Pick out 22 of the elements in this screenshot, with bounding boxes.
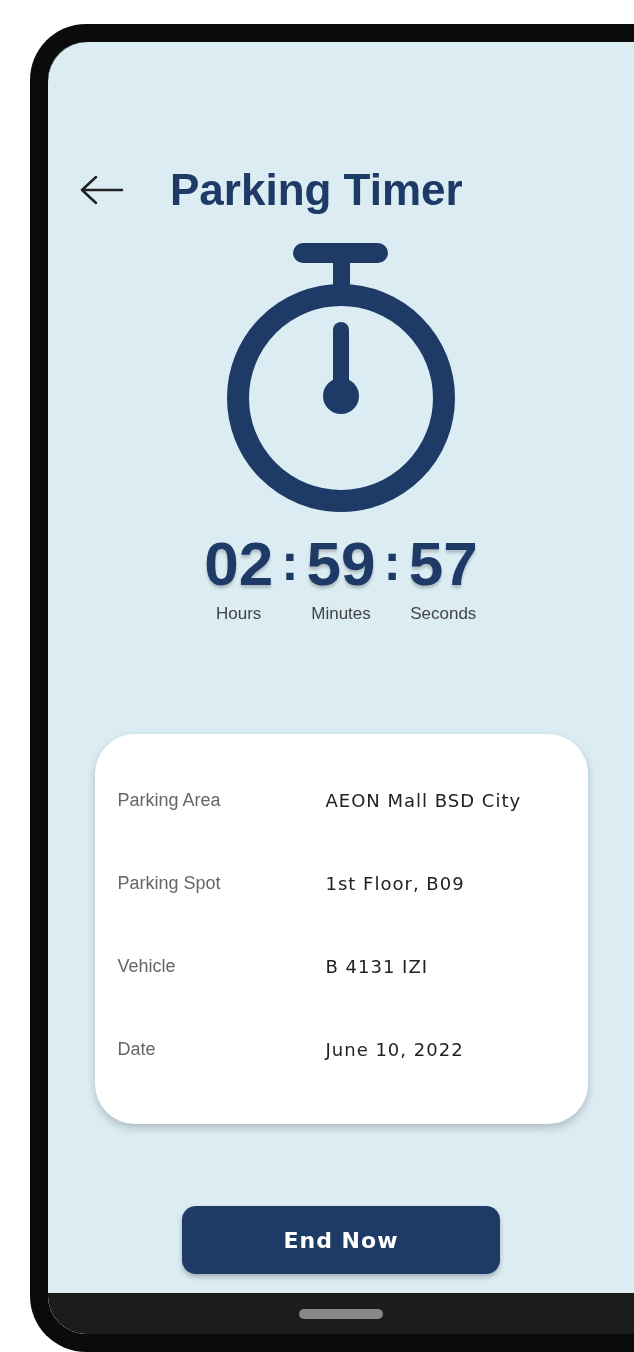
detail-value: June 10, 2022 xyxy=(325,1039,464,1060)
page-title: Parking Timer xyxy=(170,165,463,215)
timer-separator: : xyxy=(281,534,299,590)
detail-value: B 4131 IZI xyxy=(325,956,429,977)
timer-unit-label: Hours xyxy=(216,604,262,624)
detail-label: Vehicle xyxy=(117,956,177,977)
timer-digits: 57 xyxy=(408,534,478,594)
detail-label: Date xyxy=(117,1039,157,1060)
timer-separator: : xyxy=(383,534,401,590)
timer-unit-label: Seconds xyxy=(410,604,477,624)
back-arrow-icon xyxy=(80,175,124,205)
back-button[interactable] xyxy=(80,175,124,205)
detail-label: Parking Spot xyxy=(117,873,222,894)
detail-label: Parking Area xyxy=(117,790,222,811)
home-indicator[interactable] xyxy=(299,1309,383,1319)
detail-value: 1st Floor, B09 xyxy=(325,873,465,894)
end-now-button[interactable]: End Now xyxy=(182,1206,500,1274)
timer-unit-label: Minutes xyxy=(311,604,371,624)
detail-value: AEON Mall BSD City xyxy=(325,790,522,811)
timer-digits: 02 xyxy=(204,534,274,594)
timer-digits: 59 xyxy=(306,534,376,594)
stopwatch-icon xyxy=(226,243,456,512)
